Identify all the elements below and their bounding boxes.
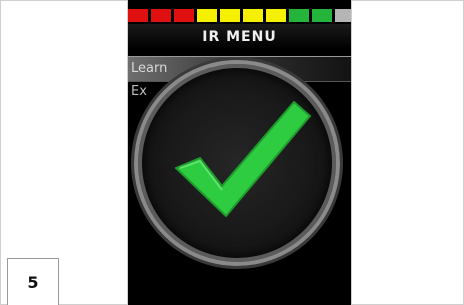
level-segment	[197, 9, 217, 22]
level-segment	[151, 9, 171, 22]
confirmation-badge	[134, 60, 340, 266]
panel-divider-right	[351, 0, 352, 305]
level-segment	[220, 9, 240, 22]
step-number: 5	[7, 258, 59, 305]
device-screen: IR MENU Learn Ex	[128, 0, 351, 305]
level-segment	[289, 9, 309, 22]
check-mark-icon	[175, 101, 311, 217]
menu-title: IR MENU	[128, 24, 351, 50]
level-segment	[128, 9, 148, 22]
level-indicator-bar	[128, 9, 351, 22]
level-segment	[174, 9, 194, 22]
level-segment	[335, 9, 351, 22]
level-segment	[243, 9, 263, 22]
level-segment	[266, 9, 286, 22]
level-segment	[312, 9, 332, 22]
